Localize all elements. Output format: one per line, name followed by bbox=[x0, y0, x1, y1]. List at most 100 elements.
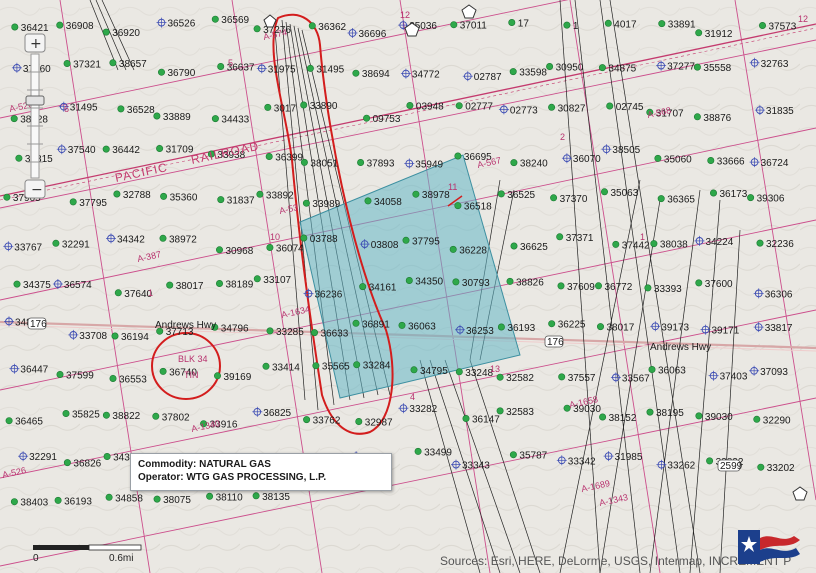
well-label: 33598 bbox=[519, 68, 547, 79]
well-label: 30827 bbox=[558, 103, 586, 114]
zoom-slider[interactable]: + − bbox=[22, 32, 48, 202]
well-label: 36553 bbox=[119, 375, 147, 386]
well-label: 31495 bbox=[316, 64, 344, 75]
gas-well-icon bbox=[217, 196, 225, 204]
well-label: 38505 bbox=[612, 145, 640, 156]
well-label: 33817 bbox=[765, 323, 793, 334]
gas-well-icon bbox=[103, 452, 111, 460]
gas-well-icon bbox=[606, 102, 614, 110]
blk34-label: BLK 34 bbox=[178, 354, 208, 364]
well-label: 36633 bbox=[321, 329, 349, 340]
well-label: 36447 bbox=[20, 365, 48, 376]
well-label: 37557 bbox=[568, 373, 596, 384]
well-label: 31837 bbox=[227, 196, 255, 207]
gas-well-icon bbox=[63, 59, 71, 67]
well-label: 33989 bbox=[312, 199, 340, 210]
well-label: 33708 bbox=[79, 331, 107, 342]
gas-well-icon bbox=[312, 362, 320, 370]
section-number: 12 bbox=[400, 10, 410, 20]
gas-well-icon bbox=[105, 493, 113, 501]
gas-well-icon bbox=[695, 279, 703, 287]
operator-row: Operator: WTG GAS PROCESSING, L.P. bbox=[138, 471, 384, 484]
gas-well-icon bbox=[264, 103, 272, 111]
well-label: 1 bbox=[573, 21, 579, 32]
well-label: 37370 bbox=[560, 194, 588, 205]
well-label: 3017 bbox=[274, 103, 297, 114]
gas-well-icon bbox=[644, 284, 652, 292]
gas-well-icon bbox=[550, 194, 558, 202]
well-label: 32290 bbox=[763, 415, 791, 426]
gas-well-icon bbox=[646, 408, 654, 416]
gas-well-icon bbox=[695, 29, 703, 37]
well-label: 02745 bbox=[616, 102, 644, 113]
zoom-track[interactable] bbox=[30, 53, 40, 179]
well-label: 38694 bbox=[362, 69, 390, 80]
well-label: 34342 bbox=[117, 234, 145, 245]
well-label: 36772 bbox=[605, 282, 633, 293]
well-label: 02777 bbox=[465, 102, 493, 113]
gas-well-icon bbox=[256, 190, 264, 198]
scale-zero: 0 bbox=[33, 553, 39, 563]
well-label: 35565 bbox=[322, 362, 350, 373]
well-label: 33890 bbox=[310, 101, 338, 112]
well-label: 36574 bbox=[64, 280, 92, 291]
well-label: 34375 bbox=[23, 280, 51, 291]
gas-well-icon bbox=[510, 159, 518, 167]
well-label: 34224 bbox=[706, 237, 734, 248]
well-label: 36696 bbox=[359, 29, 387, 40]
gas-well-icon bbox=[600, 188, 608, 196]
well-label: 37277 bbox=[667, 62, 695, 73]
well-label: 30793 bbox=[462, 278, 490, 289]
well-label: 37600 bbox=[705, 279, 733, 290]
gas-well-icon bbox=[10, 498, 18, 506]
gas-well-icon bbox=[159, 234, 167, 242]
scale-bar: 0 0.6mi bbox=[33, 544, 142, 563]
zoom-handle[interactable] bbox=[25, 95, 45, 106]
well-label: 38051 bbox=[310, 158, 338, 169]
gas-well-icon bbox=[455, 368, 463, 376]
feature-popup[interactable]: Commodity: NATURAL GAS Operator: WTG GAS… bbox=[130, 453, 392, 491]
gas-well-icon bbox=[310, 329, 318, 337]
well-label: 34161 bbox=[369, 283, 397, 294]
gas-well-icon bbox=[214, 372, 222, 380]
well-label: 36193 bbox=[64, 496, 92, 507]
well-label: 36228 bbox=[459, 245, 487, 256]
gas-well-icon bbox=[352, 319, 360, 327]
well-label: 36465 bbox=[15, 417, 43, 428]
gas-well-icon bbox=[594, 282, 602, 290]
well-label: 36625 bbox=[520, 242, 548, 253]
commodity-label: Commodity: bbox=[138, 459, 197, 470]
gas-well-icon bbox=[406, 102, 414, 110]
section-number: 1 bbox=[148, 288, 153, 298]
plus-icon: + bbox=[30, 36, 42, 52]
gas-well-icon bbox=[462, 414, 470, 422]
well-label: 34795 bbox=[420, 366, 448, 377]
well-label: 36063 bbox=[408, 321, 436, 332]
gas-well-icon bbox=[56, 370, 64, 378]
gas-well-icon bbox=[216, 246, 224, 254]
well-label: 36518 bbox=[464, 202, 492, 213]
gas-well-icon bbox=[596, 323, 604, 331]
gas-well-icon bbox=[262, 362, 270, 370]
gas-well-icon bbox=[450, 21, 458, 29]
gas-well-icon bbox=[496, 373, 504, 381]
well-label: 38972 bbox=[169, 234, 197, 245]
gas-well-icon bbox=[302, 199, 310, 207]
well-label: 32291 bbox=[29, 452, 57, 463]
gas-well-icon bbox=[612, 240, 620, 248]
gas-well-icon bbox=[510, 242, 518, 250]
well-label: 37442 bbox=[622, 240, 650, 251]
well-label: 33262 bbox=[667, 461, 695, 472]
gas-well-icon bbox=[398, 321, 406, 329]
gas-well-icon bbox=[152, 412, 160, 420]
gas-well-icon bbox=[10, 115, 18, 123]
well-label: 36790 bbox=[168, 68, 196, 79]
gas-well-icon bbox=[548, 103, 556, 111]
well-label: 36225 bbox=[558, 320, 586, 331]
well-label: 37321 bbox=[73, 60, 101, 71]
well-label: 38240 bbox=[520, 159, 548, 170]
well-label: 37540 bbox=[68, 145, 96, 156]
gas-well-icon bbox=[357, 159, 365, 167]
map-canvas[interactable]: 36421 369083692036526 3656937276 3636236696… bbox=[0, 0, 816, 573]
well-label: 03788 bbox=[310, 234, 338, 245]
